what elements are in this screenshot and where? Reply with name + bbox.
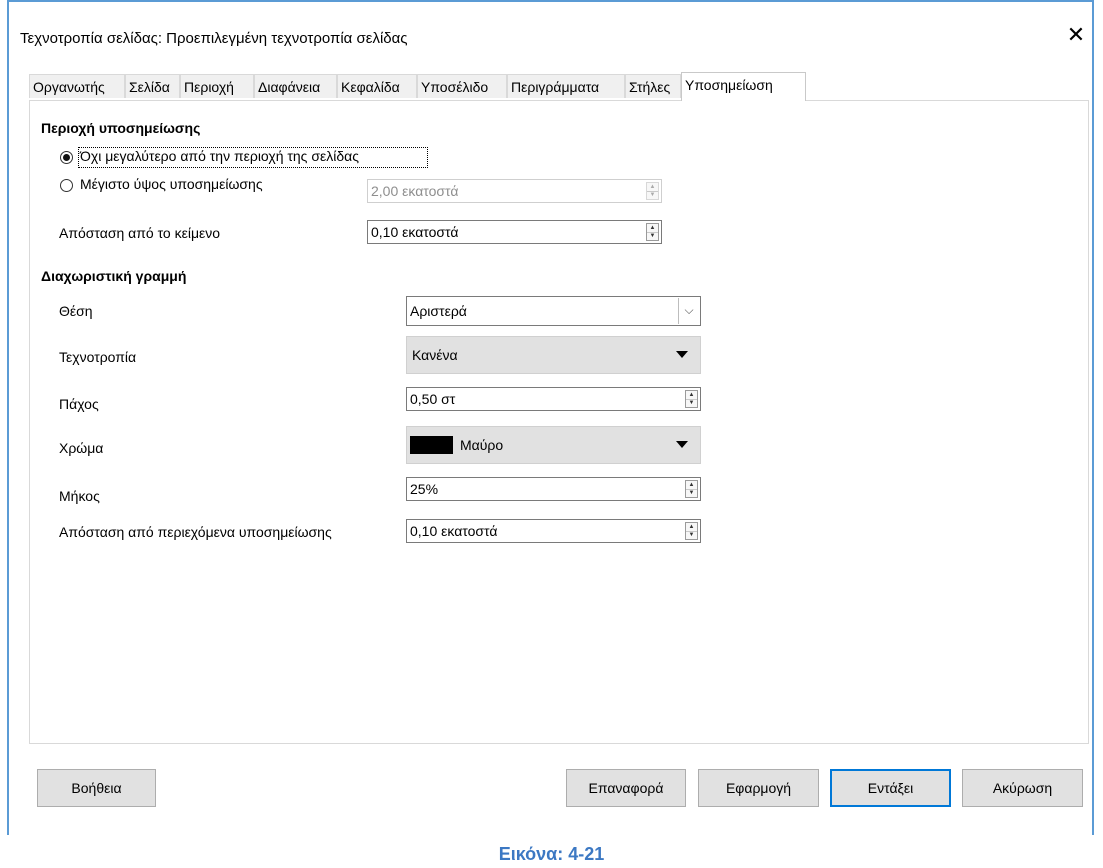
length-input[interactable]: 25% ▲ ▼ (406, 477, 701, 501)
spin-down-icon[interactable]: ▼ (686, 399, 697, 407)
spacing-contents-input[interactable]: 0,10 εκατοστά ▲ ▼ (406, 519, 701, 543)
color-label: Χρώμα (59, 440, 104, 456)
tab-organizer[interactable]: Οργανωτής (29, 74, 125, 98)
position-label: Θέση (59, 303, 93, 319)
style-dropdown[interactable]: Κανένα (406, 336, 701, 374)
tab-page[interactable]: Σελίδα (125, 74, 180, 98)
spin-arrows[interactable]: ▲ ▼ (685, 522, 698, 540)
thickness-label: Πάχος (59, 396, 99, 412)
spacing-text-label: Απόσταση από το κείμενο (59, 225, 221, 241)
max-height-value: 2,00 εκατοστά (371, 183, 459, 199)
reset-button[interactable]: Επαναφορά (566, 769, 686, 807)
thickness-input[interactable]: 0,50 στ ▲ ▼ (406, 387, 701, 411)
radio-not-larger[interactable] (60, 151, 73, 164)
tab-footnote[interactable]: Υποσημείωση (681, 72, 806, 101)
tab-columns[interactable]: Στήλες (625, 74, 681, 98)
style-value: Κανένα (412, 347, 458, 363)
tab-area[interactable]: Περιοχή (180, 74, 254, 98)
thickness-value: 0,50 στ (410, 391, 456, 407)
spin-down-icon[interactable]: ▼ (647, 232, 658, 240)
spin-down-icon[interactable]: ▼ (686, 531, 697, 539)
figure-caption: Εικόνα: 4-21 (498, 844, 605, 864)
apply-button[interactable]: Εφαρμογή (698, 769, 819, 807)
cancel-button[interactable]: Ακύρωση (962, 769, 1083, 807)
spacing-text-value: 0,10 εκατοστά (371, 224, 459, 240)
footnote-area-heading: Περιοχή υποσημείωσης (41, 120, 201, 136)
dropdown-arrow-icon (676, 351, 688, 358)
tab-transparency[interactable]: Διαφάνεια (254, 74, 337, 98)
help-button[interactable]: Βοήθεια (37, 769, 156, 807)
spin-arrows[interactable]: ▲ ▼ (685, 390, 698, 408)
dialog-title: Τεχνοτροπία σελίδας: Προεπιλεγμένη τεχνο… (20, 30, 408, 47)
position-select[interactable]: Αριστερά ⌵ (406, 296, 701, 326)
spin-arrows[interactable]: ▲ ▼ (646, 182, 659, 200)
length-label: Μήκος (59, 488, 100, 504)
option-not-larger-label[interactable]: Όχι μεγαλύτερο από την περιοχή της σελίδ… (80, 148, 359, 164)
option-max-height-label[interactable]: Μέγιστο ύψος υποσημείωσης (80, 176, 263, 192)
spin-down-icon[interactable]: ▼ (647, 191, 658, 199)
spacing-contents-value: 0,10 εκατοστά (410, 523, 498, 539)
spin-arrows[interactable]: ▲ ▼ (646, 223, 659, 241)
ok-button[interactable]: Εντάξει (830, 769, 951, 807)
style-label: Τεχνοτροπία (59, 349, 137, 365)
max-height-input[interactable]: 2,00 εκατοστά ▲ ▼ (367, 179, 662, 203)
radio-max-height[interactable] (60, 179, 73, 192)
separator-line-heading: Διαχωριστική γραμμή (41, 268, 187, 284)
length-value: 25% (410, 481, 439, 497)
spacing-text-input[interactable]: 0,10 εκατοστά ▲ ▼ (367, 220, 662, 244)
spin-arrows[interactable]: ▲ ▼ (685, 480, 698, 498)
spacing-contents-label: Απόσταση από περιεχόμενα υποσημείωσης (59, 524, 332, 540)
tab-footer[interactable]: Υποσέλιδο (417, 74, 507, 98)
spin-down-icon[interactable]: ▼ (686, 489, 697, 497)
tab-borders[interactable]: Περιγράμματα (507, 74, 625, 98)
color-dropdown[interactable]: Μαύρο (406, 426, 701, 464)
tab-header[interactable]: Κεφαλίδα (337, 74, 417, 98)
chevron-down-icon[interactable]: ⌵ (678, 298, 699, 324)
dropdown-arrow-icon (676, 441, 688, 448)
position-value: Αριστερά (410, 303, 467, 319)
close-icon[interactable]: ✕ (1063, 22, 1089, 48)
color-swatch (410, 436, 453, 454)
color-value: Μαύρο (460, 437, 504, 453)
